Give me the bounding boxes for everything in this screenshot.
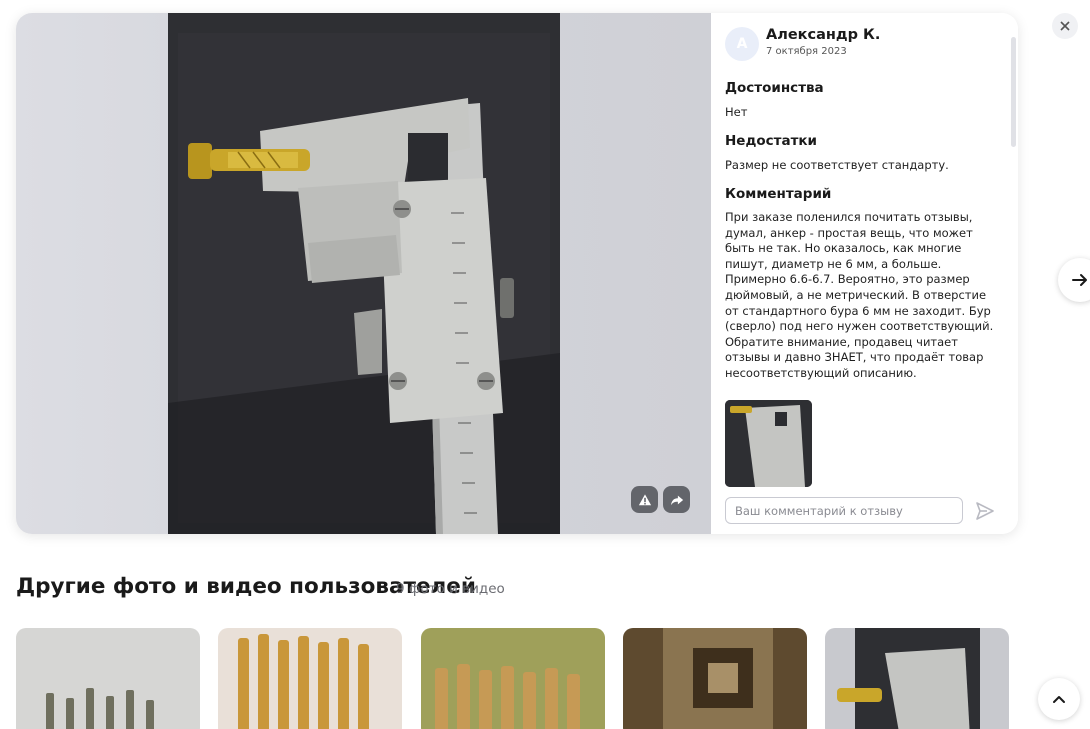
share-icon [670, 495, 683, 505]
next-media-button[interactable] [1058, 258, 1090, 302]
pros-text: Нет [725, 105, 748, 119]
review-details: А Александр К. 7 октября 2023 Достоинств… [711, 13, 1018, 534]
review-media-page: А Александр К. 7 октября 2023 Достоинств… [0, 0, 1090, 729]
avatar-initial: А [736, 36, 748, 52]
pros-title: Достоинства [725, 80, 824, 96]
review-photo[interactable] [168, 13, 560, 534]
send-button[interactable] [973, 499, 997, 523]
report-button[interactable] [631, 486, 658, 513]
cons-title: Недостатки [725, 133, 818, 149]
author-name: Александр К. [766, 27, 881, 43]
media-viewer [16, 13, 711, 534]
review-date: 7 октября 2023 [766, 46, 847, 57]
review-modal: А Александр К. 7 октября 2023 Достоинств… [16, 13, 1018, 534]
gallery-item[interactable] [16, 628, 200, 729]
share-button[interactable] [663, 486, 690, 513]
gallery-item[interactable] [825, 628, 1009, 729]
close-button[interactable] [1052, 13, 1078, 39]
send-icon [976, 502, 994, 520]
gallery-item[interactable] [623, 628, 807, 729]
chevron-up-icon [1053, 696, 1065, 703]
warning-icon [638, 493, 651, 505]
arrow-right-icon [1072, 274, 1087, 286]
comment-title: Комментарий [725, 186, 832, 202]
scrollbar[interactable] [1011, 37, 1016, 147]
review-thumbnail[interactable] [725, 400, 812, 487]
comment-text: При заказе поленился почитать отзывы, ду… [725, 210, 994, 380]
comment-input[interactable] [725, 497, 963, 524]
scroll-top-button[interactable] [1038, 678, 1080, 720]
gallery-item[interactable] [421, 628, 605, 729]
other-media-count: 9 фото и видео [396, 581, 505, 597]
close-icon [1060, 21, 1070, 31]
avatar: А [725, 27, 759, 61]
cons-text: Размер не соответствует стандарту. [725, 158, 949, 172]
gallery-item[interactable] [218, 628, 402, 729]
